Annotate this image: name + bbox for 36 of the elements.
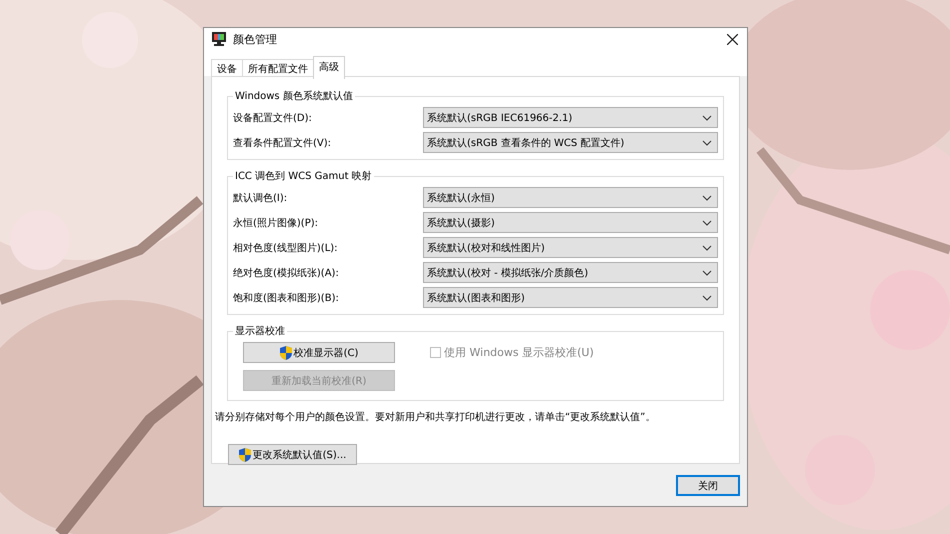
button[interactable]: 校准显示器(C): [243, 342, 395, 363]
shield-icon: [280, 346, 292, 360]
chevron-icon: [702, 194, 712, 200]
chevron-icon: [702, 220, 712, 226]
monitor-icon: [211, 31, 227, 47]
dropdown[interactable]: 系统默认(校对和线性图片): [423, 237, 718, 258]
group-title: Windows 颜色系统默认值: [234, 90, 354, 103]
chevron-icon: [702, 244, 712, 250]
dropdown[interactable]: 系统默认(摄影): [423, 212, 718, 233]
group-title: ICC 调色到 WCS Gamut 映射: [234, 170, 373, 183]
chevron-icon: [702, 140, 712, 146]
checkbox-label: 使用 Windows 显示器校准(U): [444, 344, 594, 360]
info-text: 请分别存储对每个用户的颜色设置。要对新用户和共享打印机进行更改，请单击“更改系统默认值”。: [215, 410, 656, 424]
field-label: 绝对色度(模拟纸张)(A):: [233, 266, 340, 280]
dropdown[interactable]: 系统默认(永恒): [423, 187, 718, 208]
window-title: 颜色管理: [233, 32, 278, 46]
change-defaults-button[interactable]: 更改系统默认值(S)...: [228, 444, 357, 465]
dropdown[interactable]: 系统默认(图表和图形): [423, 287, 718, 308]
tab[interactable]: 高级: [313, 56, 345, 79]
field-label: 相对色度(线型图片)(L):: [233, 242, 339, 254]
close-dialog-button[interactable]: 关闭: [676, 475, 740, 496]
group-title: 显示器校准: [234, 324, 286, 338]
field-label: 设备配置文件(D):: [233, 112, 313, 124]
chevron-icon: [702, 294, 712, 300]
chevron-icon: [702, 114, 712, 120]
tab[interactable]: 设备: [211, 59, 243, 77]
field-label: 永恒(照片图像)(P):: [233, 216, 320, 230]
shield-icon: [238, 448, 251, 462]
dropdown[interactable]: 系统默认(sRGB 查看条件的 WCS 配置文件): [423, 132, 718, 153]
field-label: 默认调色(I):: [233, 192, 288, 204]
dropdown[interactable]: 系统默认(sRGB IEC61966-2.1): [423, 107, 718, 128]
dropdown[interactable]: 系统默认(校对 - 模拟纸张/介质颜色): [423, 262, 718, 283]
close-icon: [726, 34, 738, 44]
field-label: 查看条件配置文件(V):: [233, 136, 332, 150]
chevron-icon: [702, 270, 712, 276]
field-label: 饱和度(图表和图形)(B):: [233, 292, 340, 304]
